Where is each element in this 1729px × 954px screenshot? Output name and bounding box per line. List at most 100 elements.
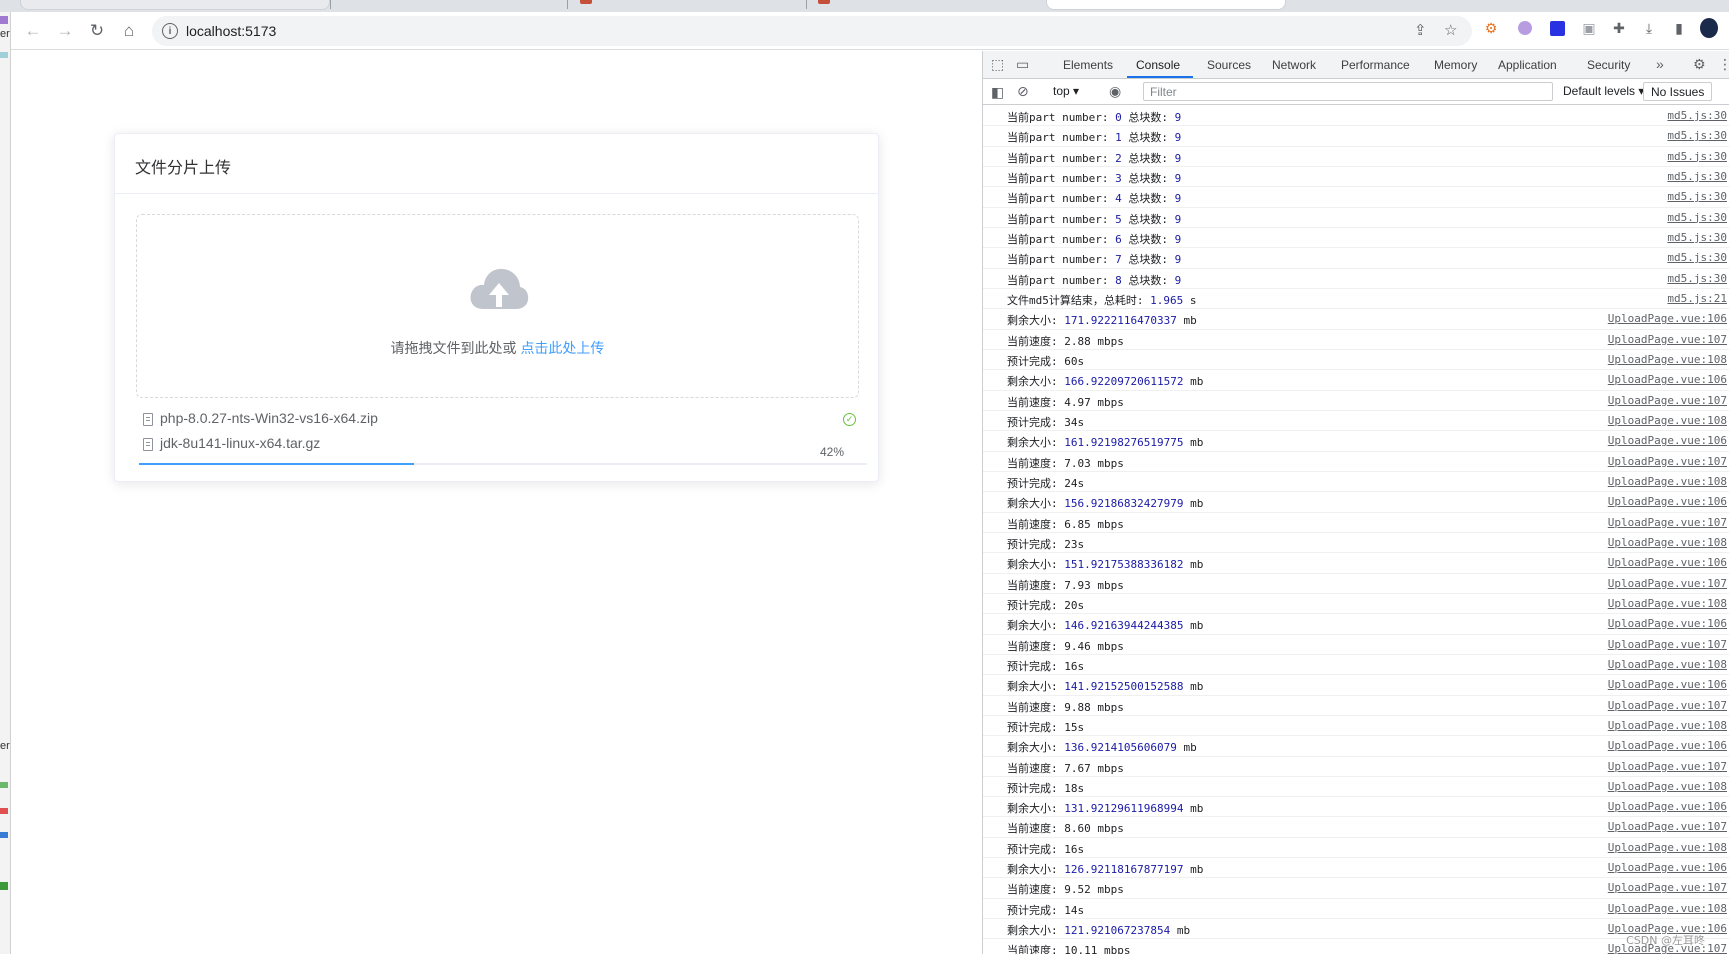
tab-performance[interactable]: Performance: [1341, 58, 1410, 72]
source-link[interactable]: md5.js:30: [1667, 231, 1727, 244]
tab-console[interactable]: Console: [1136, 58, 1180, 72]
tab-memory[interactable]: Memory: [1434, 58, 1477, 72]
source-link[interactable]: UploadPage.vue:108: [1608, 597, 1727, 610]
tab-security[interactable]: Security: [1587, 58, 1630, 72]
forward-icon[interactable]: →: [52, 18, 78, 44]
download-icon[interactable]: ⤓: [1640, 19, 1658, 37]
source-link[interactable]: UploadPage.vue:107: [1608, 394, 1727, 407]
source-link[interactable]: UploadPage.vue:108: [1608, 536, 1727, 549]
source-link[interactable]: UploadPage.vue:106: [1608, 495, 1727, 508]
extension-icon[interactable]: ⚙: [1482, 19, 1500, 37]
console-message: 当前part number: 0 总块数: 9: [1007, 109, 1181, 125]
source-link[interactable]: UploadPage.vue:107: [1608, 333, 1727, 346]
kebab-menu-icon[interactable]: ⋮: [1718, 56, 1729, 73]
watermark: CSDN @左耳咚: [1626, 934, 1705, 947]
source-link[interactable]: UploadPage.vue:107: [1608, 760, 1727, 773]
source-link[interactable]: UploadPage.vue:107: [1608, 516, 1727, 529]
console-row: 剩余大小: 136.9214105606079 mb UploadPage.vu…: [983, 736, 1729, 757]
gear-icon[interactable]: ⚙: [1693, 56, 1706, 73]
source-link[interactable]: UploadPage.vue:108: [1608, 780, 1727, 793]
tab-application[interactable]: Application: [1498, 58, 1557, 72]
console-filter-input[interactable]: Filter: [1143, 82, 1553, 101]
avatar[interactable]: [1700, 18, 1718, 38]
share-icon[interactable]: ⇪: [1414, 21, 1427, 39]
source-link[interactable]: UploadPage.vue:106: [1608, 800, 1727, 813]
source-link[interactable]: UploadPage.vue:108: [1608, 902, 1727, 915]
log-levels-dropdown[interactable]: Default levels ▾: [1563, 84, 1644, 98]
console-label: 当前速度:: [1007, 944, 1058, 954]
source-link[interactable]: UploadPage.vue:108: [1608, 658, 1727, 671]
side-panel-icon[interactable]: ▮: [1670, 19, 1688, 37]
source-link[interactable]: UploadPage.vue:108: [1608, 475, 1727, 488]
console-row: 当前part number: 1 总块数: 9 md5.js:30: [983, 126, 1729, 147]
source-link[interactable]: UploadPage.vue:107: [1608, 881, 1727, 894]
source-link[interactable]: UploadPage.vue:106: [1608, 373, 1727, 386]
console-number: 1.965: [1150, 293, 1184, 307]
source-link[interactable]: md5.js:30: [1667, 150, 1727, 163]
sidebar-toggle-icon[interactable]: ◧: [991, 84, 1004, 101]
eye-icon[interactable]: ◉: [1109, 83, 1121, 100]
source-link[interactable]: UploadPage.vue:108: [1608, 353, 1727, 366]
console-label: 当前速度:: [1007, 822, 1058, 836]
upload-file-item[interactable]: jdk-8u141-linux-x64.tar.gz 42%: [136, 435, 861, 459]
site-info-icon[interactable]: i: [162, 23, 178, 39]
screenshot-extension-icon[interactable]: ▣: [1580, 19, 1598, 37]
tab-sources[interactable]: Sources: [1207, 58, 1251, 72]
source-link[interactable]: UploadPage.vue:106: [1608, 678, 1727, 691]
tab-network[interactable]: Network: [1272, 58, 1316, 72]
console-label: 剩余大小:: [1007, 863, 1058, 877]
puzzle-icon[interactable]: ✚: [1610, 19, 1628, 37]
source-link[interactable]: UploadPage.vue:106: [1608, 556, 1727, 569]
device-toolbar-icon[interactable]: ▭: [1016, 56, 1029, 73]
source-link[interactable]: UploadPage.vue:106: [1608, 617, 1727, 630]
console-label: 当前速度:: [1007, 517, 1058, 531]
source-link[interactable]: md5.js:30: [1667, 109, 1727, 122]
source-link[interactable]: md5.js:30: [1667, 129, 1727, 142]
source-link[interactable]: md5.js:30: [1667, 170, 1727, 183]
source-link[interactable]: UploadPage.vue:107: [1608, 638, 1727, 651]
home-icon[interactable]: ⌂: [116, 18, 142, 44]
console-row: 预计完成: 16s UploadPage.vue:108: [983, 838, 1729, 859]
console-value: s: [1189, 293, 1197, 307]
reload-icon[interactable]: ↻: [84, 18, 110, 44]
console-message: 当前速度: 7.93 mbps: [1007, 577, 1124, 593]
source-link[interactable]: UploadPage.vue:107: [1608, 699, 1727, 712]
console-row: 当前part number: 8 总块数: 9 md5.js:30: [983, 269, 1729, 289]
source-link[interactable]: UploadPage.vue:108: [1608, 719, 1727, 732]
source-link[interactable]: UploadPage.vue:106: [1608, 434, 1727, 447]
active-browser-tab[interactable]: [1046, 0, 1286, 10]
console-value: 23s: [1064, 537, 1085, 551]
source-link[interactable]: UploadPage.vue:107: [1608, 455, 1727, 468]
upload-card: 文件分片上传 请拖拽文件到此处或 点击此处上传 php-8.0.27-nts-W…: [114, 133, 879, 482]
inspect-element-icon[interactable]: ⬚: [991, 56, 1004, 73]
source-link[interactable]: md5.js:21: [1667, 292, 1727, 305]
tab-elements[interactable]: Elements: [1063, 58, 1113, 72]
source-link[interactable]: md5.js:30: [1667, 272, 1727, 285]
more-tabs-icon[interactable]: »: [1656, 56, 1664, 72]
console-message: 剩余大小: 141.92152500152588 mb: [1007, 678, 1203, 694]
issues-button[interactable]: No Issues: [1643, 82, 1713, 101]
source-link[interactable]: md5.js:30: [1667, 190, 1727, 203]
source-link[interactable]: UploadPage.vue:106: [1608, 312, 1727, 325]
clear-console-icon[interactable]: ⊘: [1017, 83, 1029, 100]
back-icon[interactable]: ←: [20, 18, 46, 44]
browser-tab[interactable]: [20, 0, 330, 10]
click-to-upload-link[interactable]: 点击此处上传: [520, 340, 604, 356]
console-row: 剩余大小: 151.92175388336182 mb UploadPage.v…: [983, 553, 1729, 574]
source-link[interactable]: UploadPage.vue:108: [1608, 841, 1727, 854]
source-link[interactable]: md5.js:30: [1667, 251, 1727, 264]
upload-dropzone[interactable]: 请拖拽文件到此处或 点击此处上传: [136, 214, 859, 398]
bookmark-star-icon[interactable]: ☆: [1444, 21, 1457, 39]
source-link[interactable]: UploadPage.vue:108: [1608, 414, 1727, 427]
source-link[interactable]: UploadPage.vue:107: [1608, 577, 1727, 590]
paw-extension-icon[interactable]: [1548, 19, 1566, 37]
upload-file-item[interactable]: php-8.0.27-nts-Win32-vs16-x64.zip ✓: [136, 410, 861, 432]
address-bar[interactable]: i localhost:5173 ⇪ ☆: [152, 16, 1472, 46]
source-link[interactable]: UploadPage.vue:106: [1608, 861, 1727, 874]
profile-extension-icon[interactable]: [1516, 19, 1534, 37]
source-link[interactable]: UploadPage.vue:106: [1608, 739, 1727, 752]
source-link[interactable]: UploadPage.vue:107: [1608, 820, 1727, 833]
source-link[interactable]: md5.js:30: [1667, 211, 1727, 224]
context-select[interactable]: top ▾: [1053, 84, 1079, 98]
console-row: 剩余大小: 141.92152500152588 mb UploadPage.v…: [983, 675, 1729, 696]
